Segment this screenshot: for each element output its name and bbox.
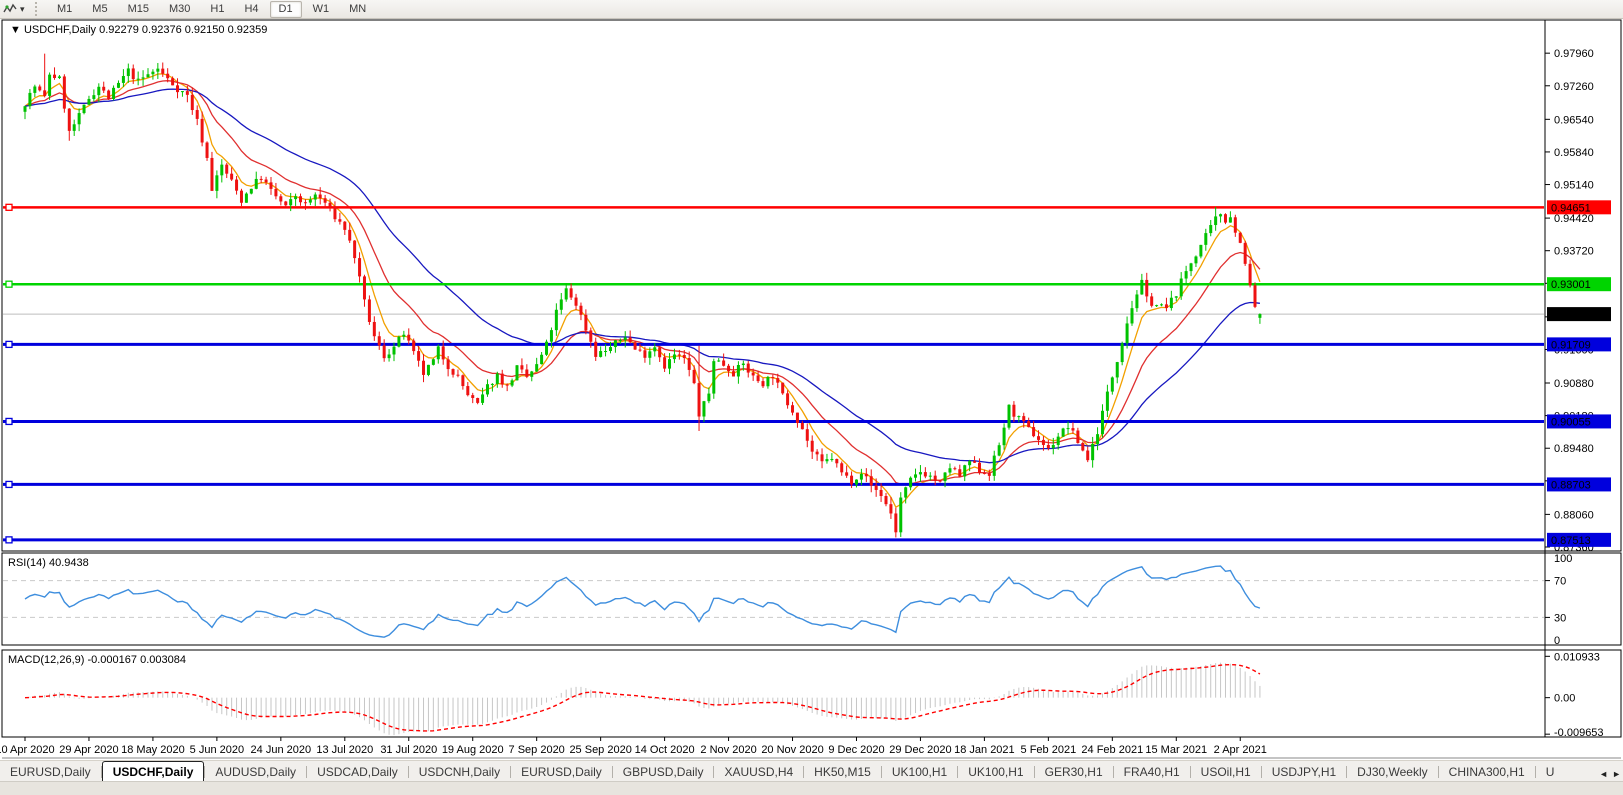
timeframe-button-m1[interactable]: M1 [48,1,81,18]
chart-tab-uk100-h1[interactable]: UK100,H1 [882,763,957,782]
svg-text:0.93001: 0.93001 [1551,279,1591,291]
timeframe-button-h1[interactable]: H1 [201,1,233,18]
chart-tab-ger30-h1[interactable]: GER30,H1 [1035,763,1113,782]
svg-text:0: 0 [1554,635,1560,647]
trading-platform-window: ▾ M1M5M15M30H1H4D1W1MN 0.979600.972600.9… [0,0,1623,794]
svg-text:0.90055: 0.90055 [1551,416,1591,428]
svg-text:0.00: 0.00 [1554,693,1575,705]
chart-tab-xauusd-h4[interactable]: XAUUSD,H4 [714,763,803,782]
timeframe-button-h4[interactable]: H4 [235,1,267,18]
svg-text:0.88060: 0.88060 [1554,509,1594,521]
chart-tab-dj30-weekly[interactable]: DJ30,Weekly [1347,763,1437,782]
svg-text:7 Sep 2020: 7 Sep 2020 [509,744,565,756]
svg-text:0.97960: 0.97960 [1554,48,1594,60]
timeframe-button-d1[interactable]: D1 [270,1,302,18]
svg-text:0.87513: 0.87513 [1551,535,1591,547]
svg-text:0.90880: 0.90880 [1554,378,1594,390]
chart-tab-u[interactable]: U [1536,763,1565,782]
svg-text:18 May 2020: 18 May 2020 [121,744,185,756]
svg-text:100: 100 [1554,553,1572,565]
timeframe-button-m15[interactable]: M15 [119,1,158,18]
svg-text:5 Feb 2021: 5 Feb 2021 [1021,744,1077,756]
timeframe-button-m5[interactable]: M5 [83,1,116,18]
svg-text:19 Aug 2020: 19 Aug 2020 [442,744,504,756]
svg-text:0.92359: 0.92359 [1551,309,1591,321]
rsi-label: RSI(14) 40.9438 [8,557,89,569]
chart-tab-uk100-h1[interactable]: UK100,H1 [958,763,1033,782]
svg-text:0.89480: 0.89480 [1554,443,1594,455]
svg-text:0.95140: 0.95140 [1554,180,1594,192]
tabs-scroll-right-icon[interactable]: ► [1612,769,1621,779]
svg-text:30: 30 [1554,612,1566,624]
svg-text:9 Dec 2020: 9 Dec 2020 [828,744,884,756]
svg-text:2 Apr 2021: 2 Apr 2021 [1214,744,1267,756]
svg-text:29 Dec 2020: 29 Dec 2020 [889,744,951,756]
svg-text:0.91709: 0.91709 [1551,339,1591,351]
tabs-scroll-left-icon[interactable]: ◄ [1599,769,1608,779]
svg-text:5 Jun 2020: 5 Jun 2020 [190,744,244,756]
svg-text:24 Feb 2021: 24 Feb 2021 [1081,744,1143,756]
svg-text:-0.009653: -0.009653 [1554,727,1604,739]
chart-ohlc-title: ▼ USDCHF,Daily 0.92279 0.92376 0.92150 0… [10,24,267,36]
svg-text:2 Nov 2020: 2 Nov 2020 [700,744,756,756]
chart-canvas[interactable]: 0.97960 0.97260 0.96540 0.95840 0.95140 0.944… [0,0,1623,794]
chart-cursor-tool-icon[interactable] [0,1,20,17]
status-strip [0,781,1623,795]
svg-text:31 Jul 2020: 31 Jul 2020 [380,744,437,756]
chart-tab-bar: EURUSD,DailyUSDCHF,DailyAUDUSD,DailyUSDC… [0,760,1623,782]
svg-text:29 Apr 2020: 29 Apr 2020 [59,744,118,756]
date-axis[interactable]: 10 Apr 2020 29 Apr 202018 May 2020 5 Jun 2… [0,737,1267,756]
macd-label: MACD(12,26,9) -0.000167 0.003084 [8,654,186,666]
svg-text:15 Mar 2021: 15 Mar 2021 [1145,744,1207,756]
svg-text:0.88703: 0.88703 [1551,479,1591,491]
chart-tab-eurusd-daily[interactable]: EURUSD,Daily [511,763,612,782]
svg-text:0.010933: 0.010933 [1554,651,1600,663]
timeframe-button-w1[interactable]: W1 [304,1,339,18]
chart-tab-usdcnh-daily[interactable]: USDCNH,Daily [409,763,510,782]
svg-text:13 Jul 2020: 13 Jul 2020 [316,744,373,756]
chart-tab-gbpusd-daily[interactable]: GBPUSD,Daily [613,763,714,782]
svg-text:0.94651: 0.94651 [1551,202,1591,214]
chart-tab-eurusd-daily[interactable]: EURUSD,Daily [0,763,101,782]
svg-text:14 Oct 2020: 14 Oct 2020 [635,744,695,756]
timeframe-button-mn[interactable]: MN [340,1,375,18]
tool-dropdown-caret-icon[interactable]: ▾ [20,4,32,15]
chart-tab-china300-h1[interactable]: CHINA300,H1 [1439,763,1535,782]
chart-tab-usdchf-daily[interactable]: USDCHF,Daily [102,761,205,782]
timeframe-button-m30[interactable]: M30 [160,1,199,18]
chart-tab-audusd-daily[interactable]: AUDUSD,Daily [205,763,306,782]
svg-text:0.94420: 0.94420 [1554,213,1594,225]
svg-text:70: 70 [1554,576,1566,588]
svg-text:0.95840: 0.95840 [1554,147,1594,159]
svg-text:10 Apr 2020: 10 Apr 2020 [0,744,55,756]
svg-text:18 Jan 2021: 18 Jan 2021 [954,744,1015,756]
toolbar-grip-separator [35,2,44,16]
svg-text:0.93720: 0.93720 [1554,246,1594,258]
timeframe-toolbar: ▾ M1M5M15M30H1H4D1W1MN [0,0,1623,19]
svg-text:24 Jun 2020: 24 Jun 2020 [251,744,312,756]
svg-text:0.96540: 0.96540 [1554,114,1594,126]
chart-tab-hk50-m15[interactable]: HK50,M15 [804,763,881,782]
chart-tab-usdcad-daily[interactable]: USDCAD,Daily [307,763,408,782]
chart-tab-usdjpy-h1[interactable]: USDJPY,H1 [1262,763,1346,782]
svg-text:25 Sep 2020: 25 Sep 2020 [569,744,631,756]
svg-text:0.97260: 0.97260 [1554,81,1594,93]
chart-tab-usoil-h1[interactable]: USOil,H1 [1191,763,1261,782]
svg-text:20 Nov 2020: 20 Nov 2020 [761,744,823,756]
chart-tab-fra40-h1[interactable]: FRA40,H1 [1114,763,1190,782]
